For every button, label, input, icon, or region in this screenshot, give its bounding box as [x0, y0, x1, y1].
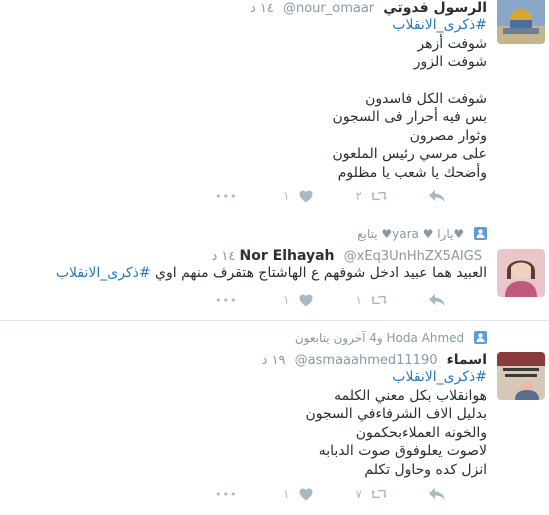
like-button[interactable]: ١ — [283, 293, 313, 307]
reply-icon — [428, 488, 445, 500]
tweet-actions: ••• ١ ١ — [215, 291, 446, 309]
context-text[interactable]: Hoda Ahmed و4 آخرون يتابعون — [295, 331, 464, 345]
heart-icon — [299, 190, 313, 202]
tweet-body: العبيد هما عبيد ادخل شوفهم ع الهاشتاج هت… — [56, 264, 487, 283]
retweet-icon — [370, 296, 387, 304]
heart-icon — [299, 294, 313, 306]
retweet-icon — [370, 192, 387, 200]
body-line: وأضحك يا شعب يا مظلوم — [337, 164, 487, 181]
author-name[interactable]: الرسول فدوتي — [383, 0, 487, 16]
more-button[interactable]: ••• — [215, 293, 238, 307]
reply-icon — [428, 294, 445, 306]
avatar[interactable] — [497, 0, 545, 44]
author-username[interactable]: @asmaaahmed11190 — [295, 353, 438, 368]
body-line: وثوار مصرون — [409, 127, 487, 144]
like-count: ١ — [283, 293, 290, 307]
reply-button[interactable] — [428, 293, 446, 307]
retweet-count: ١ — [355, 293, 362, 307]
hashtag-link[interactable]: #ذكرى_الانقلاب — [56, 265, 151, 281]
tweet-3[interactable]: Hoda Ahmed و4 آخرون يتابعون اسماء @asmaa… — [0, 321, 549, 515]
like-button[interactable]: ١ — [283, 189, 313, 203]
retweet-button[interactable]: ٧ — [355, 487, 387, 501]
retweet-icon — [370, 490, 387, 498]
avatar[interactable] — [497, 249, 545, 297]
hashtag-link[interactable]: #ذكرى_الانقلاب — [392, 369, 487, 385]
body-line: هوانقلاب بكل معني الكلمه — [334, 387, 487, 404]
body-line: بدليل الاف الشرفاءفي السجون — [305, 406, 487, 422]
more-icon: ••• — [215, 189, 238, 203]
reply-button[interactable] — [428, 487, 446, 501]
body-text: العبيد هما عبيد ادخل شوفهم ع الهاشتاج هت… — [155, 265, 487, 281]
body-line: انزل كده وحاول تكلم — [364, 461, 487, 478]
author-name[interactable]: اسماء — [447, 352, 487, 368]
retweet-button[interactable]: ٢ — [355, 189, 387, 203]
tweet-time[interactable]: ١٩ د — [262, 353, 286, 368]
retweet-count: ٢ — [355, 189, 362, 203]
reply-button[interactable] — [428, 189, 446, 203]
tweet-header: Nor Elhayah @xEq3UnHhZX5AIGS ١٤ د — [211, 248, 487, 264]
social-context: Hoda Ahmed و4 آخرون يتابعون — [295, 331, 487, 345]
more-button[interactable]: ••• — [215, 487, 238, 501]
retweet-button[interactable]: ١ — [355, 293, 387, 307]
author-username[interactable]: @nour_omaar — [283, 1, 374, 16]
hashtag-link[interactable]: #ذكرى_الانقلاب — [392, 17, 487, 33]
tweet-2[interactable]: ♥يارا ♥ yara♥ يتابع Nor Elhayah @xEq3UnH… — [0, 216, 549, 321]
author-username[interactable]: @xEq3UnHhZX5AIGS — [344, 249, 482, 264]
more-icon: ••• — [215, 487, 238, 501]
like-button[interactable]: ١ — [283, 487, 313, 501]
social-context: ♥يارا ♥ yara♥ يتابع — [357, 227, 487, 241]
context-text[interactable]: ♥يارا ♥ yara♥ يتابع — [357, 227, 464, 241]
body-line: شوفت الكل فاسدون — [365, 90, 487, 107]
like-count: ١ — [283, 487, 290, 501]
tweet-body: #ذكرى_الانقلاب هوانقلاب بكل معني الكلمه … — [305, 368, 487, 479]
like-count: ١ — [283, 189, 290, 203]
heart-icon — [299, 488, 313, 500]
tweet-body: #ذكرى_الانقلاب شوفت أزهر شوفت الزور شوفت… — [332, 16, 487, 182]
tweet-1[interactable]: الرسول فدوتي @nour_omaar ١٤ د #ذكرى_الان… — [0, 0, 549, 217]
author-name[interactable]: Nor Elhayah — [240, 248, 335, 264]
retweet-count: ٧ — [355, 487, 362, 501]
tweet-actions: ••• ١ ٢ — [215, 187, 446, 205]
body-line: بس فيه أحرار فى السجون — [332, 109, 487, 125]
tweet-time[interactable]: ١٤ د — [211, 249, 235, 264]
person-icon — [474, 227, 487, 240]
body-line: على مرسي رئيس الملعون — [332, 146, 487, 162]
more-icon: ••• — [215, 293, 238, 307]
body-line: والخونه العملاءبحكمون — [355, 424, 487, 441]
tweet-header: اسماء @asmaaahmed11190 ١٩ د — [262, 352, 487, 368]
tweet-header: الرسول فدوتي @nour_omaar ١٤ د — [250, 0, 487, 16]
tweet-time[interactable]: ١٤ د — [250, 1, 274, 16]
tweet-actions: ••• ١ ٧ — [215, 485, 446, 503]
avatar[interactable] — [497, 352, 545, 400]
person-icon — [474, 331, 487, 344]
more-button[interactable]: ••• — [215, 189, 238, 203]
reply-icon — [428, 190, 445, 202]
body-line: لاصوت يعلوفوق صوت الدبابه — [318, 443, 487, 459]
body-line — [332, 72, 487, 90]
body-line: شوفت الزور — [413, 54, 487, 70]
body-line: شوفت أزهر — [417, 35, 487, 52]
